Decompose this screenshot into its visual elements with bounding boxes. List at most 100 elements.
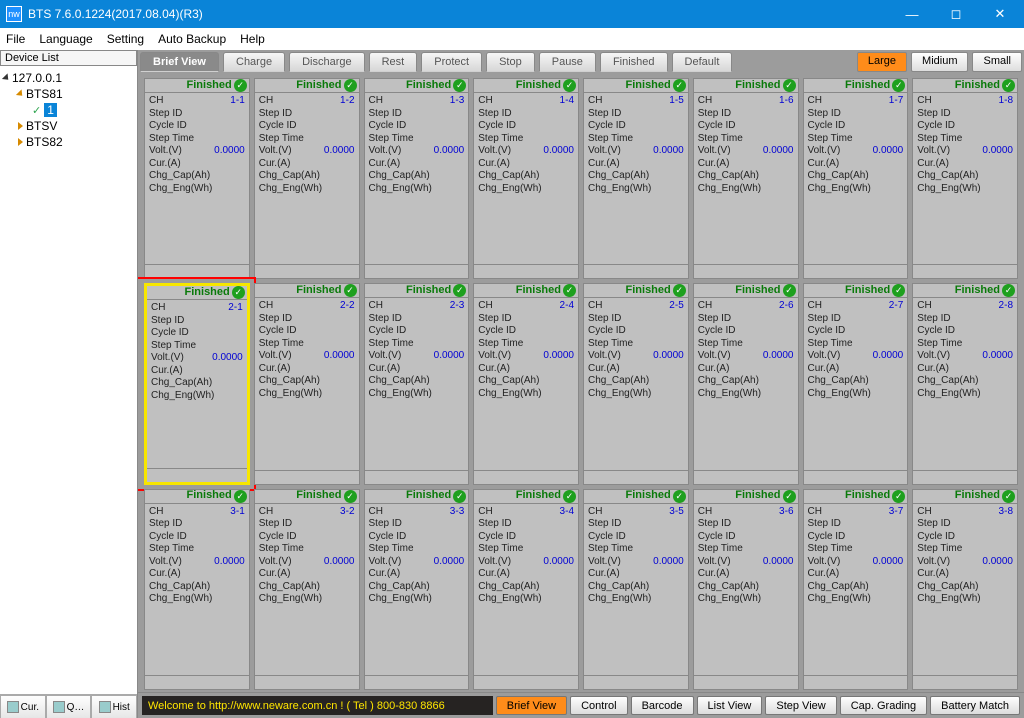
- minimize-button[interactable]: —: [890, 0, 934, 28]
- field-label: Volt.(V): [369, 556, 434, 569]
- channel-3-5[interactable]: Finished✓CH3-5Step IDCycle IDStep TimeVo…: [583, 489, 689, 690]
- sidebar-tab-q[interactable]: Q…: [46, 695, 92, 718]
- check-icon: ✓: [32, 104, 41, 117]
- tab-rest[interactable]: Rest: [369, 52, 418, 72]
- tree-node-1[interactable]: ✓1: [4, 102, 133, 118]
- tab-protect[interactable]: Protect: [421, 52, 482, 72]
- size-midium[interactable]: Midium: [911, 52, 968, 72]
- channel-1-8[interactable]: Finished✓CH1-8Step IDCycle IDStep TimeVo…: [912, 78, 1018, 279]
- field-label: Cur.(A): [808, 158, 904, 171]
- window-controls: — ◻ ✕: [890, 0, 1022, 28]
- tree-node-127.0.0.1[interactable]: 127.0.0.1: [4, 70, 133, 86]
- size-large[interactable]: Large: [857, 52, 907, 72]
- field-label: Volt.(V): [478, 145, 543, 158]
- field-label: Step ID: [698, 108, 794, 121]
- channel-2-8[interactable]: Finished✓CH2-8Step IDCycle IDStep TimeVo…: [912, 283, 1018, 484]
- channel-2-4[interactable]: Finished✓CH2-4Step IDCycle IDStep TimeVo…: [473, 283, 579, 484]
- tab-default[interactable]: Default: [672, 52, 733, 72]
- sidebar-tab-cur[interactable]: Cur.: [0, 695, 46, 718]
- field-label: Cycle ID: [478, 531, 574, 544]
- field-label: Chg_Cap(Ah): [259, 170, 355, 183]
- content-area: Brief ViewChargeDischargeRestProtectStop…: [138, 50, 1024, 718]
- tree-label[interactable]: BTS81: [26, 87, 63, 101]
- channel-1-6[interactable]: Finished✓CH1-6Step IDCycle IDStep TimeVo…: [693, 78, 799, 279]
- field-label: CH: [808, 95, 889, 108]
- tab-discharge[interactable]: Discharge: [289, 52, 365, 72]
- menu-language[interactable]: Language: [39, 32, 92, 46]
- bottom-step-view[interactable]: Step View: [765, 696, 836, 715]
- field-label: Cycle ID: [588, 531, 684, 544]
- channel-3-2[interactable]: Finished✓CH3-2Step IDCycle IDStep TimeVo…: [254, 489, 360, 690]
- channel-3-4[interactable]: Finished✓CH3-4Step IDCycle IDStep TimeVo…: [473, 489, 579, 690]
- tab-brief-view[interactable]: Brief View: [140, 52, 219, 72]
- channel-2-1[interactable]: Finished✓CH2-1Step IDCycle IDStep TimeVo…: [144, 283, 250, 484]
- channel-1-3[interactable]: Finished✓CH1-3Step IDCycle IDStep TimeVo…: [364, 78, 470, 279]
- size-small[interactable]: Small: [972, 52, 1022, 72]
- bottom-battery-match[interactable]: Battery Match: [930, 696, 1020, 715]
- tree-node-btsv[interactable]: BTSV: [4, 118, 133, 134]
- channel-1-2[interactable]: Finished✓CH1-2Step IDCycle IDStep TimeVo…: [254, 78, 360, 279]
- bottom-brief-view[interactable]: Brief View: [496, 696, 567, 715]
- tree-node-bts82[interactable]: BTS82: [4, 134, 133, 150]
- field-label: CH: [698, 506, 779, 519]
- tree-expand-icon[interactable]: [2, 73, 11, 82]
- field-label: Step Time: [478, 543, 574, 556]
- menu-help[interactable]: Help: [240, 32, 265, 46]
- status-check-icon: ✓: [234, 490, 247, 503]
- tab-charge[interactable]: Charge: [223, 52, 285, 72]
- maximize-button[interactable]: ◻: [934, 0, 978, 28]
- tree-label[interactable]: 1: [44, 103, 57, 117]
- tree-label[interactable]: 127.0.0.1: [12, 71, 62, 85]
- channel-3-3[interactable]: Finished✓CH3-3Step IDCycle IDStep TimeVo…: [364, 489, 470, 690]
- menu-file[interactable]: File: [6, 32, 25, 46]
- channel-1-7[interactable]: Finished✓CH1-7Step IDCycle IDStep TimeVo…: [803, 78, 909, 279]
- field-label: Cur.(A): [478, 568, 574, 581]
- channel-2-2[interactable]: Finished✓CH2-2Step IDCycle IDStep TimeVo…: [254, 283, 360, 484]
- channel-3-1[interactable]: Finished✓CH3-1Step IDCycle IDStep TimeVo…: [144, 489, 250, 690]
- menu-setting[interactable]: Setting: [107, 32, 144, 46]
- channel-3-6[interactable]: Finished✓CH3-6Step IDCycle IDStep TimeVo…: [693, 489, 799, 690]
- field-label: Step ID: [698, 518, 794, 531]
- field-label: Chg_Eng(Wh): [698, 183, 794, 196]
- bottom-control[interactable]: Control: [570, 696, 627, 715]
- channel-3-7[interactable]: Finished✓CH3-7Step IDCycle IDStep TimeVo…: [803, 489, 909, 690]
- bottom-barcode[interactable]: Barcode: [631, 696, 694, 715]
- status-label: Finished: [296, 489, 341, 503]
- tab-finished[interactable]: Finished: [600, 52, 668, 72]
- tree-expand-icon[interactable]: [18, 122, 23, 130]
- channel-1-1[interactable]: Finished✓CH1-1Step IDCycle IDStep TimeVo…: [144, 78, 250, 279]
- channel-2-6[interactable]: Finished✓CH2-6Step IDCycle IDStep TimeVo…: [693, 283, 799, 484]
- tree-label[interactable]: BTS82: [26, 135, 63, 149]
- tab-stop[interactable]: Stop: [486, 52, 535, 72]
- field-label: CH: [588, 300, 669, 313]
- sidebar-tab-hist[interactable]: Hist: [91, 695, 137, 718]
- welcome-ticker: Welcome to http://www.neware.com.cn ! ( …: [142, 696, 493, 715]
- tree-expand-icon[interactable]: [18, 138, 23, 146]
- tree-node-bts81[interactable]: BTS81: [4, 86, 133, 102]
- channel-2-5[interactable]: Finished✓CH2-5Step IDCycle IDStep TimeVo…: [583, 283, 689, 484]
- tree-label[interactable]: BTSV: [26, 119, 57, 133]
- channel-1-5[interactable]: Finished✓CH1-5Step IDCycle IDStep TimeVo…: [583, 78, 689, 279]
- field-label: Cur.(A): [149, 568, 245, 581]
- menu-auto-backup[interactable]: Auto Backup: [158, 32, 226, 46]
- tree-expand-icon[interactable]: [16, 89, 25, 98]
- channel-3-8[interactable]: Finished✓CH3-8Step IDCycle IDStep TimeVo…: [912, 489, 1018, 690]
- field-label: Cur.(A): [259, 363, 355, 376]
- field-label: Cur.(A): [698, 158, 794, 171]
- bottom-cap-grading[interactable]: Cap. Grading: [840, 696, 927, 715]
- field-value: 1-1: [230, 95, 244, 108]
- status-check-icon: ✓: [344, 490, 357, 503]
- status-label: Finished: [845, 284, 890, 298]
- field-label: Cur.(A): [369, 363, 465, 376]
- field-label: Volt.(V): [478, 556, 543, 569]
- field-label: Chg_Cap(Ah): [259, 375, 355, 388]
- channel-2-7[interactable]: Finished✓CH2-7Step IDCycle IDStep TimeVo…: [803, 283, 909, 484]
- tab-pause[interactable]: Pause: [539, 52, 596, 72]
- field-label: Cur.(A): [698, 568, 794, 581]
- channel-1-4[interactable]: Finished✓CH1-4Step IDCycle IDStep TimeVo…: [473, 78, 579, 279]
- close-button[interactable]: ✕: [978, 0, 1022, 28]
- channel-2-3[interactable]: Finished✓CH2-3Step IDCycle IDStep TimeVo…: [364, 283, 470, 484]
- device-tree[interactable]: 127.0.0.1BTS81✓1BTSVBTS82: [0, 66, 137, 694]
- field-label: Chg_Cap(Ah): [151, 377, 243, 390]
- bottom-list-view[interactable]: List View: [697, 696, 763, 715]
